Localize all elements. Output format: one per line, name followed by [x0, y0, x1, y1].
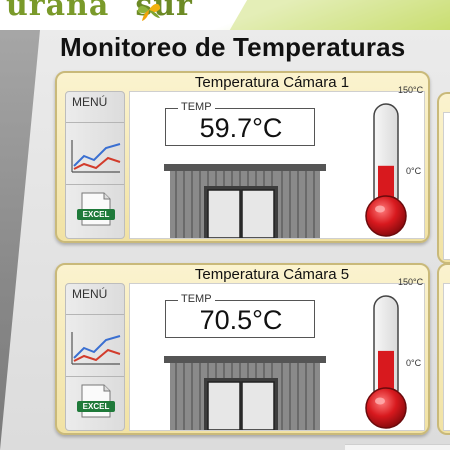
temperature-readout: TEMP 70.5°C	[165, 293, 315, 338]
panel-menu: MENÚ EXCEL	[65, 283, 125, 431]
scale-min-label: 0°C	[406, 358, 422, 368]
brand-logo: urana sur	[6, 0, 193, 23]
brand-text-first: urana	[6, 0, 110, 23]
excel-export-icon[interactable]	[76, 192, 116, 226]
menu-label[interactable]: MENÚ	[72, 95, 107, 109]
scale-max-label: 150°C	[398, 85, 424, 95]
excel-label: EXCEL	[82, 402, 110, 411]
excel-label: EXCEL	[82, 210, 110, 219]
camera-panel-offscreen-top	[437, 92, 450, 264]
menu-label[interactable]: MENÚ	[72, 287, 107, 301]
temp-label: TEMP	[178, 293, 215, 305]
temp-label: TEMP	[178, 101, 215, 113]
panel-menu: MENÚ EXCEL	[65, 91, 125, 239]
bottom-panel-edge	[345, 444, 450, 450]
decorative-side-wedge	[0, 30, 40, 450]
menu-divider	[66, 122, 124, 123]
camera-panel-offscreen-bottom	[437, 263, 450, 435]
menu-divider	[66, 314, 124, 315]
scale-min-label: 0°C	[406, 166, 422, 176]
panel-content: TEMP 59.7°C 150°C 0°C	[129, 85, 425, 239]
camera-panel-1: Temperatura Cámara 1 MENÚ EXCEL TEMP 59.…	[55, 71, 430, 243]
top-banner: urana sur	[0, 0, 450, 30]
scale-max-label: 150°C	[398, 277, 424, 287]
warehouse-icon	[164, 356, 326, 430]
panel-content: TEMP 70.5°C 150°C 0°C	[129, 277, 425, 431]
panel-title: Temperatura Cámara 1	[194, 74, 350, 91]
excel-export-icon[interactable]	[76, 384, 116, 418]
menu-divider	[66, 376, 124, 377]
temperature-readout: TEMP 59.7°C	[165, 101, 315, 146]
temp-value: 70.5°C	[199, 305, 283, 335]
warehouse-icon	[164, 164, 326, 238]
line-chart-icon[interactable]	[70, 330, 122, 366]
panel-title: Temperatura Cámara 5	[194, 266, 350, 283]
camera-panel-5: Temperatura Cámara 5 MENÚ EXCEL TEMP 70.…	[55, 263, 430, 435]
leaf-icon	[137, 3, 161, 21]
panel-content	[443, 283, 450, 431]
menu-divider	[66, 184, 124, 185]
line-chart-icon[interactable]	[70, 138, 122, 174]
panel-content	[443, 112, 450, 260]
temp-value: 59.7°C	[199, 113, 283, 143]
page-title: Monitoreo de Temperaturas	[60, 32, 406, 62]
